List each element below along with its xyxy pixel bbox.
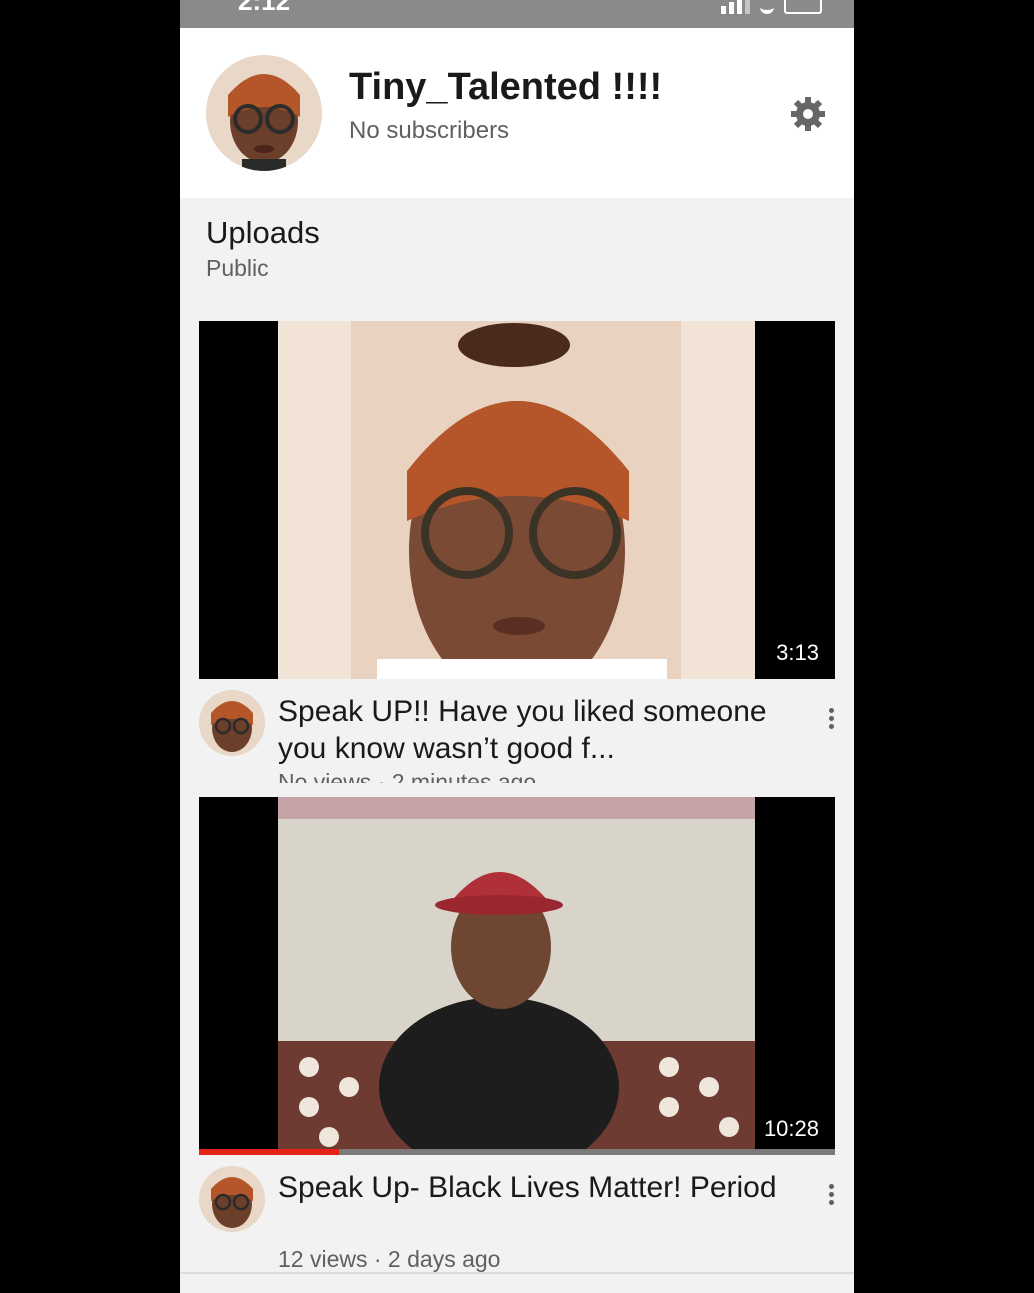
video-meta-clip: No views · 2 minutes ago [278, 769, 798, 783]
channel-name: Tiny_Talented !!!! [349, 66, 663, 108]
status-icons [721, 0, 822, 14]
watch-progress [199, 1149, 835, 1155]
video-meta: 12 views · 2 days ago [278, 1246, 501, 1272]
signal-icon [721, 0, 750, 14]
avatar[interactable] [199, 690, 265, 756]
video-thumbnail[interactable]: 10:28 [199, 797, 835, 1155]
subscriber-count: No subscribers [349, 117, 510, 144]
more-vert-icon[interactable] [821, 1184, 841, 1214]
battery-icon [784, 0, 822, 14]
channel-header: Tiny_Talented !!!! No subscribers [180, 28, 854, 198]
wifi-icon [760, 0, 774, 14]
status-time: 2:12 [238, 0, 291, 16]
video-title[interactable]: Speak UP!! Have you liked someone you kn… [278, 693, 798, 767]
video-duration: 10:28 [757, 1115, 825, 1143]
section-visibility: Public [206, 255, 269, 281]
video-duration: 3:13 [770, 639, 825, 667]
avatar[interactable] [199, 1166, 265, 1232]
video-meta: No views · 2 minutes ago [278, 769, 537, 783]
channel-avatar[interactable] [206, 55, 322, 171]
video-title[interactable]: Speak Up- Black Lives Matter! Period [278, 1169, 798, 1206]
divider [180, 1272, 854, 1274]
gear-icon[interactable] [788, 94, 828, 134]
more-vert-icon[interactable] [821, 708, 841, 738]
watch-progress-fill [199, 1149, 339, 1155]
status-bar: 2:12 [180, 0, 854, 28]
video-thumbnail[interactable]: 3:13 [199, 321, 835, 679]
section-title: Uploads [206, 215, 320, 250]
app-screen: 2:12 Tiny_Talented !!!! No subscribers U… [180, 0, 854, 1293]
